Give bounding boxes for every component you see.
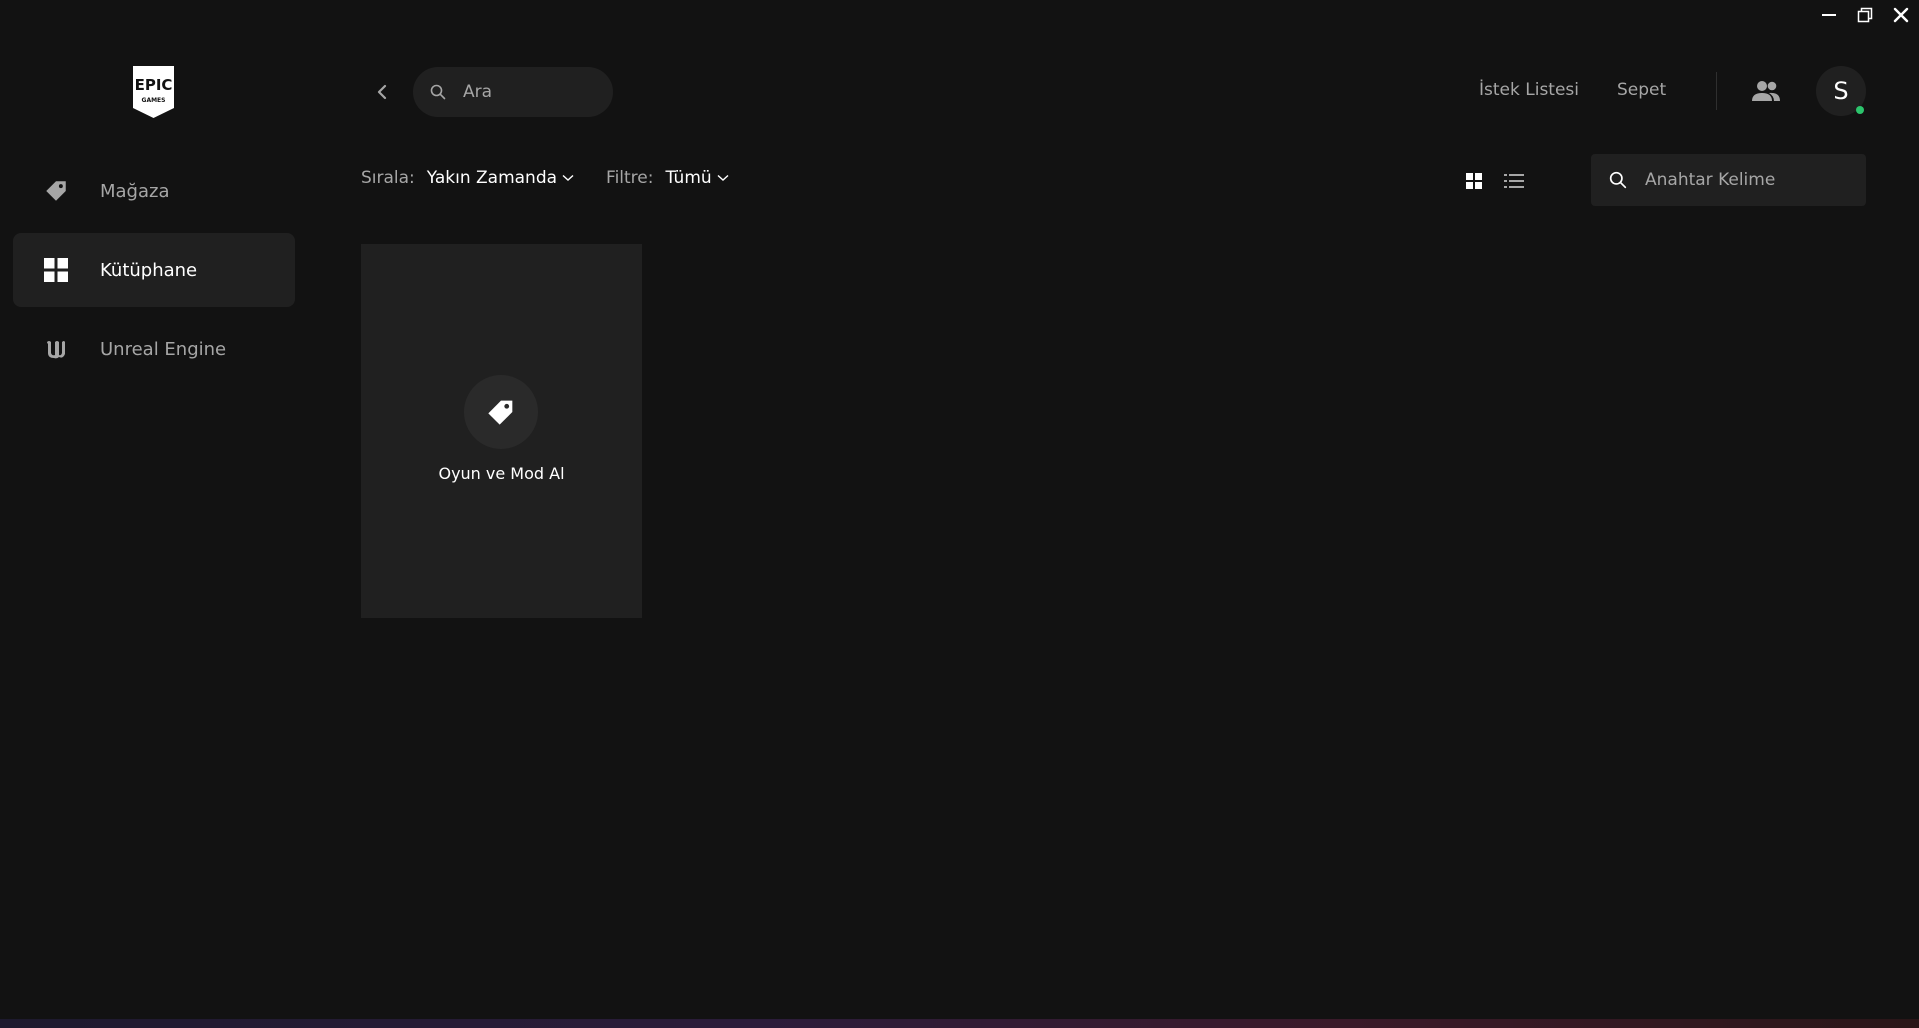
card-label: Oyun ve Mod Al — [438, 464, 565, 483]
close-icon — [1893, 7, 1909, 23]
back-button[interactable] — [368, 78, 396, 106]
tag-icon — [43, 178, 69, 204]
logo-text-bottom: GAMES — [142, 97, 166, 104]
epic-games-logo[interactable]: EPIC GAMES — [131, 66, 176, 118]
minimize-button[interactable] — [1811, 0, 1847, 30]
close-button[interactable] — [1883, 0, 1919, 30]
sort-value: Yakın Zamanda — [426, 168, 558, 188]
chevron-down-icon — [717, 174, 729, 181]
sort-label: Sırala: — [361, 168, 415, 188]
search-input[interactable] — [463, 82, 603, 102]
list-view-icon — [1504, 174, 1524, 188]
filter-value: Tümü — [665, 168, 712, 188]
minimize-icon — [1822, 14, 1836, 16]
filter-dropdown[interactable]: Tümü — [666, 168, 729, 188]
friends-icon — [1752, 81, 1780, 101]
tag-icon — [464, 375, 538, 449]
restore-icon — [1857, 7, 1873, 23]
keyword-input[interactable] — [1645, 170, 1845, 190]
restore-button[interactable] — [1847, 0, 1883, 30]
sidebar-item-label: Mağaza — [100, 180, 170, 202]
wishlist-link[interactable]: İstek Listesi — [1479, 80, 1579, 100]
sort-dropdown[interactable]: Yakın Zamanda — [427, 168, 574, 188]
grid-view-icon — [1466, 173, 1482, 189]
chevron-left-icon — [377, 84, 387, 100]
logo-text-top: EPIC — [135, 76, 173, 94]
sidebar-item-label: Kütüphane — [100, 259, 198, 281]
get-games-card[interactable]: Oyun ve Mod Al — [361, 244, 642, 618]
search-icon — [430, 84, 446, 100]
keyword-search-box[interactable] — [1591, 154, 1866, 206]
store-search-box[interactable] — [413, 67, 613, 117]
list-view-button[interactable] — [1503, 170, 1525, 192]
online-status-badge — [1856, 106, 1864, 114]
header-divider — [1716, 72, 1717, 110]
chevron-down-icon — [562, 174, 574, 181]
sidebar-item-library[interactable]: Kütüphane — [13, 233, 295, 307]
grid-icon — [43, 257, 69, 283]
unreal-icon — [43, 336, 69, 362]
sidebar-item-store[interactable]: Mağaza — [13, 154, 295, 228]
search-icon — [1609, 171, 1627, 189]
window-controls — [1811, 0, 1919, 30]
friends-button[interactable] — [1750, 78, 1782, 104]
sidebar: EPIC GAMES Mağaza Kütüphane Unreal Engin… — [0, 0, 310, 1020]
grid-view-button[interactable] — [1463, 170, 1485, 192]
cart-link[interactable]: Sepet — [1617, 80, 1666, 100]
filter-label: Filtre: — [606, 168, 654, 188]
library-filter-bar: Sırala: Yakın Zamanda Filtre: Tümü — [361, 168, 729, 188]
sidebar-item-unreal-engine[interactable]: Unreal Engine — [13, 312, 295, 386]
sidebar-item-label: Unreal Engine — [100, 338, 227, 360]
taskbar-edge — [0, 1019, 1919, 1028]
